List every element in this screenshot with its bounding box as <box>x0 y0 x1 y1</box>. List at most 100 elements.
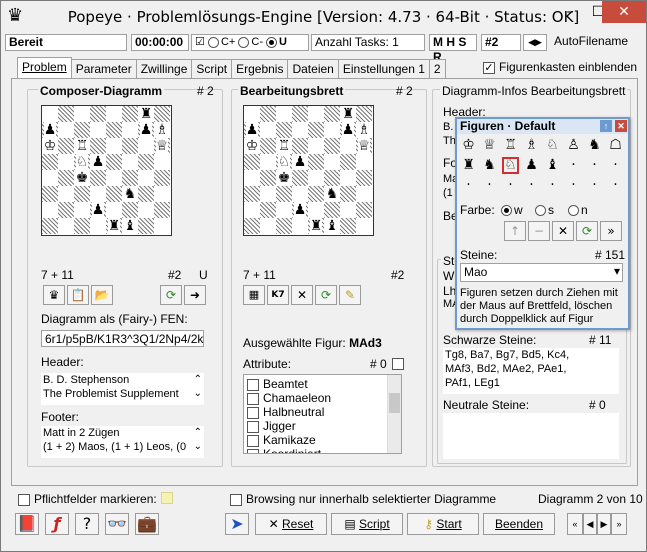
board-square[interactable] <box>340 154 356 170</box>
note-button[interactable]: ✎ <box>339 285 361 305</box>
beenden-button[interactable]: Beenden <box>483 513 555 535</box>
palette-piece-icon[interactable]: ♟ <box>523 157 540 174</box>
script-button[interactable]: ▤ Script <box>331 513 403 535</box>
neutral-pieces-text[interactable] <box>443 413 619 459</box>
board-square[interactable] <box>260 138 276 154</box>
board-square[interactable]: ♝ <box>122 218 138 234</box>
chess-piece-icon[interactable]: ♝ <box>123 218 137 234</box>
board-square[interactable] <box>42 202 58 218</box>
board-square[interactable] <box>260 122 276 138</box>
board-square[interactable] <box>292 138 308 154</box>
board-square[interactable] <box>340 218 356 234</box>
chess-piece-icon[interactable]: ♟ <box>341 122 355 138</box>
chess-piece-icon[interactable]: ♝ <box>325 218 339 234</box>
board-square[interactable]: ♕ <box>154 138 170 154</box>
scroll-down-icon[interactable]: ⌄ <box>193 441 202 452</box>
board-square[interactable]: ♖ <box>276 138 292 154</box>
farbe-radio-n[interactable]: n <box>568 203 588 217</box>
board-square[interactable] <box>154 202 170 218</box>
board-square[interactable] <box>244 170 260 186</box>
attribute-checkbox[interactable] <box>247 378 259 391</box>
board-square[interactable] <box>292 186 308 202</box>
chess-piece-icon[interactable]: ♟ <box>293 154 307 170</box>
board-square[interactable] <box>292 218 308 234</box>
tab-dateien[interactable]: Dateien <box>287 59 339 78</box>
chess-piece-icon[interactable]: ♞ <box>325 186 339 202</box>
attribute-checkbox[interactable] <box>247 406 259 419</box>
browsing-checkbox[interactable] <box>230 493 242 506</box>
moves-spinner[interactable]: ◀▶ <box>523 34 547 51</box>
attribute-checkbox[interactable] <box>247 420 259 433</box>
board-square[interactable] <box>308 138 324 154</box>
palette-piece-icon[interactable]: · <box>607 157 624 174</box>
board-square[interactable]: ♗ <box>154 122 170 138</box>
board-square[interactable] <box>106 186 122 202</box>
palette-piece-icon[interactable]: ♞ <box>586 137 603 154</box>
palette-piece-icon[interactable]: ♕ <box>481 137 498 154</box>
crown-button[interactable]: ♛ <box>43 285 65 305</box>
piece-select[interactable]: Mao ▾ <box>460 263 623 282</box>
nav-last-button[interactable]: » <box>611 513 627 535</box>
board-square[interactable] <box>244 218 260 234</box>
palette-piece-icon[interactable]: · <box>586 177 603 194</box>
figurenkasten-checkbox[interactable]: ✓ <box>483 61 495 74</box>
pflicht-checkbox[interactable] <box>18 493 30 506</box>
board-square[interactable] <box>42 186 58 202</box>
board-square[interactable]: ♚ <box>74 170 90 186</box>
palette-piece-icon[interactable]: · <box>481 177 498 194</box>
tab-zwillinge[interactable]: Zwillinge <box>135 59 193 78</box>
board-square[interactable] <box>74 218 90 234</box>
paste-button[interactable]: 📋 <box>67 285 89 305</box>
board-square[interactable]: ♜ <box>340 106 356 122</box>
board-square[interactable] <box>276 122 292 138</box>
board-square[interactable] <box>308 106 324 122</box>
cursor-button[interactable]: ➤ <box>225 513 249 535</box>
board-square[interactable] <box>154 154 170 170</box>
browsing-toggle[interactable]: Browsing nur innerhalb selektierter Diag… <box>230 492 496 506</box>
scroll-down-icon[interactable]: ⌄ <box>194 388 202 399</box>
board-square[interactable] <box>90 170 106 186</box>
composer-header-text[interactable]: B. D. Stephenson The Problemist Suppleme… <box>41 373 204 405</box>
pflicht-color-swatch[interactable] <box>161 492 173 504</box>
board-square[interactable] <box>308 122 324 138</box>
palette-piece-icon[interactable]: · <box>502 177 519 194</box>
board-square[interactable]: ♟ <box>90 202 106 218</box>
board-square[interactable] <box>356 106 372 122</box>
tab-parameter[interactable]: Parameter <box>70 59 137 78</box>
tab-script[interactable]: Script <box>191 59 233 78</box>
briefcase-button[interactable]: 💼 <box>135 513 159 535</box>
palette-piece-icon[interactable]: · <box>460 177 477 194</box>
board-square[interactable] <box>260 170 276 186</box>
board-square[interactable] <box>106 154 122 170</box>
board-square[interactable]: ♞ <box>122 186 138 202</box>
board-square[interactable]: ♘ <box>74 154 90 170</box>
board-square[interactable] <box>244 186 260 202</box>
board-square[interactable]: ♖ <box>74 138 90 154</box>
board-square[interactable] <box>340 202 356 218</box>
board-square[interactable] <box>292 170 308 186</box>
board-square[interactable] <box>292 122 308 138</box>
attribute-checkbox[interactable] <box>247 392 259 405</box>
pin-icon[interactable]: ↑ <box>600 120 612 132</box>
palette-piece-icon[interactable]: ♙ <box>565 137 582 154</box>
radio-white[interactable] <box>501 205 512 217</box>
board-square[interactable] <box>244 154 260 170</box>
board-square[interactable] <box>90 138 106 154</box>
board-square[interactable] <box>58 154 74 170</box>
board-square[interactable]: ♟ <box>292 202 308 218</box>
board-square[interactable] <box>138 138 154 154</box>
board-square[interactable] <box>324 122 340 138</box>
board-square[interactable] <box>122 154 138 170</box>
board-square[interactable] <box>244 106 260 122</box>
board-square[interactable]: ♟ <box>292 154 308 170</box>
board-square[interactable] <box>138 218 154 234</box>
board-square[interactable]: ♗ <box>356 122 372 138</box>
composer-board[interactable]: ♜ ♟ ♟ ♗ ♔ ♖ ♕ ♘ ♟ ♚ ♞ ♟ ♜ ♝ <box>41 105 172 236</box>
palette-piece-icon[interactable]: · <box>565 157 582 174</box>
attribute-scrollbar[interactable] <box>387 375 401 453</box>
board-square[interactable]: ♜ <box>106 218 122 234</box>
board-square[interactable]: ♚ <box>276 170 292 186</box>
composer-footer-text[interactable]: Matt in 2 Zügen (1 + 2) Maos, (1 + 1) Le… <box>41 426 204 458</box>
chess-piece-icon[interactable]: ♔ <box>245 138 259 154</box>
board-square[interactable] <box>42 170 58 186</box>
